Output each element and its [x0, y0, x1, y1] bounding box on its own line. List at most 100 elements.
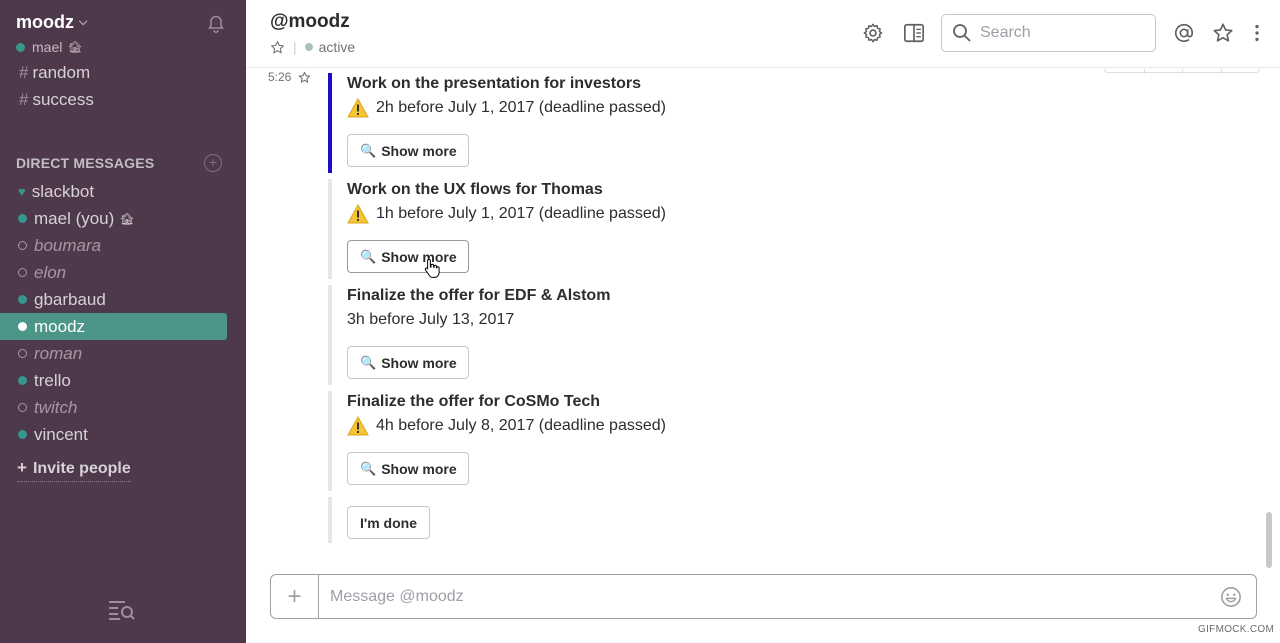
bell-icon[interactable] — [206, 14, 226, 34]
attach-plus-button[interactable]: + — [271, 575, 319, 618]
gear-icon[interactable] — [862, 22, 884, 44]
plus-icon: + — [17, 458, 27, 477]
button-label: I'm done — [360, 514, 417, 531]
attachment-text: 4h before July 8, 2017 (deadline passed) — [376, 417, 666, 434]
show-more-button[interactable]: 🔍 Show more — [347, 240, 469, 273]
magnifier-icon: 🔍 — [360, 460, 377, 476]
channel-random[interactable]: # random — [19, 63, 90, 83]
attachment-title: Work on the UX flows for Thomas — [347, 181, 603, 198]
message-list: 5:26 Work on the presentation for invest… — [246, 69, 1266, 554]
warning-icon — [347, 204, 369, 224]
online-status-icon — [18, 376, 27, 385]
attachment-text: 2h before July 1, 2017 (deadline passed) — [376, 99, 666, 116]
online-status-icon — [18, 214, 27, 223]
button-label: Show more — [381, 354, 457, 371]
dm-item-elon[interactable]: elon — [0, 259, 246, 286]
show-more-button[interactable]: 🔍 Show more — [347, 346, 469, 379]
status-emoji-icon: 🏚 — [119, 211, 135, 226]
star-icon[interactable] — [270, 40, 285, 55]
message-actions-toolbar[interactable] — [1104, 69, 1260, 74]
divider: | — [293, 39, 297, 55]
hash-icon: # — [19, 63, 29, 82]
dm-item-trello[interactable]: trello — [0, 367, 246, 394]
button-label: Show more — [381, 460, 457, 477]
dm-label: moodz — [34, 316, 86, 336]
dm-item-gbarbaud[interactable]: gbarbaud — [0, 286, 246, 313]
timestamp-label: 5:26 — [268, 70, 292, 84]
attachment: I'm done — [328, 497, 848, 543]
dm-item-mael[interactable]: mael (you) 🏚 — [0, 205, 246, 232]
dm-label: gbarbaud — [34, 289, 106, 309]
dm-label: mael (you) — [34, 208, 115, 228]
button-label: Show more — [381, 248, 457, 265]
divider — [1144, 69, 1145, 74]
online-status-icon — [16, 42, 25, 52]
chevron-down-icon: ⌵ — [79, 16, 88, 28]
hand-cursor-icon — [424, 258, 440, 278]
dm-label: slackbot — [31, 181, 95, 201]
dm-label: vincent — [34, 424, 88, 444]
invite-people-link[interactable]: + Invite people — [17, 458, 131, 482]
show-more-button[interactable]: 🔍 Show more — [347, 134, 469, 167]
channel-title[interactable]: @moodz — [270, 11, 350, 33]
hash-icon: # — [19, 90, 29, 109]
dm-item-slackbot[interactable]: ♥ slackbot — [0, 178, 246, 205]
mentions-icon[interactable] — [1173, 22, 1195, 44]
emoji-icon[interactable] — [1220, 586, 1242, 608]
scrollbar[interactable] — [1266, 512, 1272, 568]
away-status-icon — [18, 349, 27, 358]
attachment-text: 3h before July 13, 2017 — [347, 311, 515, 328]
presence-icon — [304, 43, 313, 51]
attachment-text-row: 4h before July 8, 2017 (deadline passed) — [347, 413, 848, 439]
channel-label: success — [32, 90, 94, 109]
current-user[interactable]: mael 🏚 — [16, 39, 83, 55]
channel-header: @moodz | active Search — [246, 0, 1280, 68]
search-input[interactable]: Search — [941, 14, 1156, 52]
dm-label: twitch — [34, 397, 78, 417]
dm-item-roman[interactable]: roman — [0, 340, 246, 367]
dm-item-moodz[interactable]: moodz — [0, 313, 227, 340]
show-more-button[interactable]: 🔍 Show more — [347, 452, 469, 485]
sidebar: moodz ⌵ mael 🏚 # random # success DIRECT M… — [0, 0, 246, 643]
button-label: Show more — [381, 142, 457, 159]
attachment: Work on the UX flows for Thomas 1h befor… — [328, 179, 848, 279]
dm-item-twitch[interactable]: twitch — [0, 394, 246, 421]
dm-label: roman — [34, 343, 83, 363]
team-name: moodz — [16, 12, 74, 32]
attachment-title: Finalize the offer for CoSMo Tech — [347, 393, 601, 410]
message-placeholder: Message @moodz — [330, 587, 464, 605]
star-icon[interactable] — [1212, 22, 1234, 44]
team-name-menu[interactable]: moodz ⌵ — [16, 12, 87, 33]
more-vertical-icon[interactable] — [1246, 22, 1268, 44]
magnifier-icon: 🔍 — [360, 142, 377, 158]
invite-label: Invite people — [32, 460, 131, 477]
warning-icon — [347, 416, 369, 436]
dm-label: elon — [34, 262, 67, 282]
dm-item-vincent[interactable]: vincent — [0, 421, 246, 448]
presence-label: active — [318, 39, 356, 55]
attachment: Finalize the offer for EDF & Alstom 3h b… — [328, 285, 848, 385]
search-list-icon[interactable] — [108, 598, 136, 622]
add-dm-icon[interactable]: + — [204, 154, 222, 172]
attachment-title: Work on the presentation for investors — [347, 75, 641, 92]
away-status-icon — [18, 403, 27, 412]
direct-messages-heading[interactable]: DIRECT MESSAGES — [16, 155, 154, 171]
sidebar-toggle-icon[interactable] — [903, 22, 925, 44]
message-composer: + Message @moodz — [270, 574, 1257, 619]
watermark: GIFMOCK.COM — [1198, 624, 1275, 635]
attachment-title: Finalize the offer for EDF & Alstom — [347, 287, 611, 304]
attachment-text-row: 3h before July 13, 2017 — [347, 307, 848, 333]
message-input[interactable]: Message @moodz — [319, 588, 1220, 606]
status-emoji-icon: 🏚 — [67, 40, 83, 54]
warning-icon — [347, 98, 369, 118]
magnifier-icon: 🔍 — [360, 248, 377, 264]
attachment-text: 1h before July 1, 2017 (deadline passed) — [376, 205, 666, 222]
done-button[interactable]: I'm done — [347, 506, 430, 539]
channel-success[interactable]: # success — [19, 90, 94, 110]
dm-item-boumara[interactable]: boumara — [0, 232, 246, 259]
channel-meta: | active — [270, 39, 355, 55]
star-icon[interactable] — [298, 71, 311, 84]
heart-icon: ♥ — [18, 184, 26, 199]
message-timestamp[interactable]: 5:26 — [268, 70, 311, 84]
online-status-icon — [18, 322, 27, 331]
